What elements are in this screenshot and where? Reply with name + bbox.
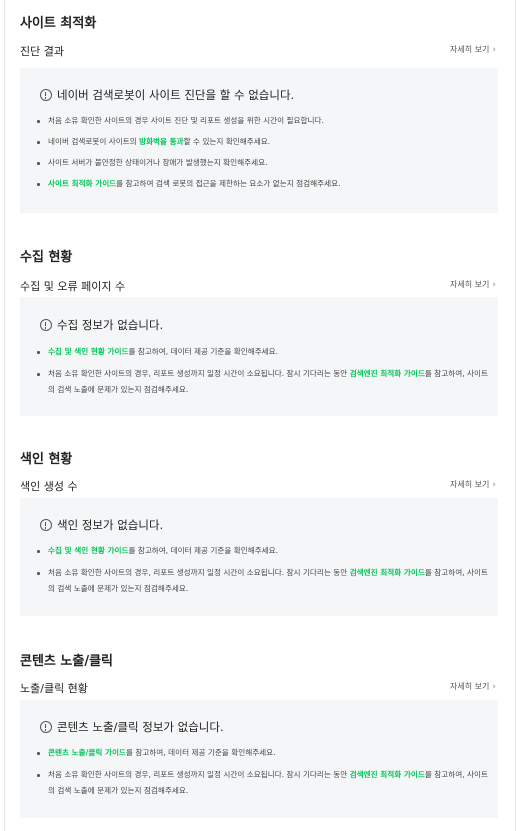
section-title: 색인 현황 [20, 452, 73, 467]
guide-link[interactable]: 검색엔진 최적화 가이드 [350, 568, 425, 577]
chevron-right-icon: › [492, 45, 496, 55]
chevron-right-icon: › [492, 682, 496, 692]
section-title: 사이트 최적화 [20, 16, 97, 31]
bullet-text: 네이버 검색로봇이 사이트의 [48, 137, 140, 146]
message-text: 네이버 검색로봇이 사이트 진단을 할 수 없습니다. [57, 88, 295, 102]
message-box: 네이버 검색로봇이 사이트 진단을 할 수 없습니다. 처음 소유 확인한 사이… [20, 68, 498, 213]
section-subtitle: 진단 결과 [20, 45, 64, 58]
bullet-list: 수집 및 색인 현황 가이드를 참고하여, 데이터 제공 기준을 확인해주세요.… [37, 344, 488, 404]
message-box: 콘텐츠 노출/클릭 정보가 없습니다. 콘텐츠 노출/클릭 가이드를 참고하여,… [20, 700, 498, 818]
message-head: 색인 정보가 없습니다. [40, 517, 163, 533]
bullet-text: 를 참고하여, 데이터 제공 기준을 확인해주세요. [128, 546, 279, 555]
section-site-optimization: 사이트 최적화 진단 결과 자세히 보기 › 네이버 검색로봇이 사이트 진단을 … [20, 16, 498, 216]
bullet-text: 사이트 서버가 불안정한 상태이거나 장애가 발생했는지 확인해주세요. [48, 158, 268, 167]
message-text: 콘텐츠 노출/클릭 정보가 없습니다. [57, 720, 224, 734]
message-box: 수집 정보가 없습니다. 수집 및 색인 현황 가이드를 참고하여, 데이터 제… [20, 297, 498, 416]
bullet-item: 네이버 검색로봇이 사이트의 방화벽을 통과할 수 있는지 확인해주세요. [37, 134, 488, 150]
bullet-list: 처음 소유 확인한 사이트의 경우 사이트 진단 및 리포트 생성을 위한 시간… [37, 113, 488, 197]
bullet-text: 할 수 있는지 확인해주세요. [183, 137, 271, 146]
alert-circle-icon [40, 519, 52, 531]
section-content-exposure: 콘텐츠 노출/클릭 노출/클릭 현황 자세히 보기 › 콘텐츠 노출/클릭 정보가… [20, 654, 498, 824]
guide-link[interactable]: 검색엔진 최적화 가이드 [350, 369, 425, 378]
message-box: 색인 정보가 없습니다. 수집 및 색인 현황 가이드를 참고하여, 데이터 제… [20, 498, 498, 616]
subtitle-row: 수집 및 오류 페이지 수 자세히 보기 › [20, 278, 498, 294]
bullet-text: 처음 소유 확인한 사이트의 경우 사이트 진단 및 리포트 생성을 위한 시간… [48, 116, 324, 125]
subtitle-row: 색인 생성 수 자세히 보기 › [20, 478, 498, 494]
bullet-text: 처음 소유 확인한 사이트의 경우, 리포트 생성까지 일정 시간이 소요됩니다… [48, 369, 350, 378]
guide-link[interactable]: 검색엔진 최적화 가이드 [350, 770, 425, 779]
bullet-item: 처음 소유 확인한 사이트의 경우, 리포트 생성까지 일정 시간이 소요됩니다… [37, 565, 488, 597]
bullet-list: 수집 및 색인 현황 가이드를 참고하여, 데이터 제공 기준을 확인해주세요.… [37, 543, 488, 603]
bullet-item: 처음 소유 확인한 사이트의 경우, 리포트 생성까지 일정 시간이 소요됩니다… [37, 366, 488, 398]
alert-circle-icon [40, 721, 52, 733]
more-link[interactable]: 자세히 보기 › [450, 44, 496, 55]
more-link-label: 자세히 보기 [450, 682, 490, 691]
guide-link[interactable]: 콘텐츠 노출/클릭 가이드 [48, 748, 126, 757]
alert-circle-icon [40, 89, 52, 101]
bullet-item: 사이트 서버가 불안정한 상태이거나 장애가 발생했는지 확인해주세요. [37, 155, 488, 171]
section-subtitle: 색인 생성 수 [20, 480, 78, 493]
bullet-list: 콘텐츠 노출/클릭 가이드를 참고하여, 데이터 제공 기준을 확인해주세요. 처… [37, 745, 488, 805]
bullet-text: 를 참고하여, 데이터 제공 기준을 확인해주세요. [128, 347, 279, 356]
subtitle-row: 노출/클릭 현황 자세히 보기 › [20, 680, 498, 696]
bullet-item: 처음 소유 확인한 사이트의 경우, 리포트 생성까지 일정 시간이 소요됩니다… [37, 767, 488, 799]
guide-link[interactable]: 방화벽을 통과 [139, 137, 184, 146]
bullet-item: 처음 소유 확인한 사이트의 경우 사이트 진단 및 리포트 생성을 위한 시간… [37, 113, 488, 129]
chevron-right-icon: › [492, 280, 496, 290]
section-subtitle: 노출/클릭 현황 [20, 682, 88, 695]
guide-link[interactable]: 사이트 최적화 가이드 [48, 179, 116, 188]
subtitle-row: 진단 결과 자세히 보기 › [20, 43, 498, 59]
more-link[interactable]: 자세히 보기 › [450, 279, 496, 290]
section-subtitle: 수집 및 오류 페이지 수 [20, 280, 126, 293]
bullet-text: 처음 소유 확인한 사이트의 경우, 리포트 생성까지 일정 시간이 소요됩니다… [48, 770, 350, 779]
message-head: 네이버 검색로봇이 사이트 진단을 할 수 없습니다. [40, 87, 294, 103]
message-head: 수집 정보가 없습니다. [40, 317, 163, 333]
section-title: 수집 현황 [20, 250, 73, 265]
bullet-text: 처음 소유 확인한 사이트의 경우, 리포트 생성까지 일정 시간이 소요됩니다… [48, 568, 350, 577]
section-crawl-status: 수집 현황 수집 및 오류 페이지 수 자세히 보기 › 수집 정보가 없습니다.… [20, 250, 498, 420]
section-title: 콘텐츠 노출/클릭 [20, 654, 113, 669]
alert-circle-icon [40, 319, 52, 331]
guide-link[interactable]: 수집 및 색인 현황 가이드 [48, 347, 128, 356]
more-link[interactable]: 자세히 보기 › [450, 681, 496, 692]
message-head: 콘텐츠 노출/클릭 정보가 없습니다. [40, 719, 224, 735]
more-link[interactable]: 자세히 보기 › [450, 479, 496, 490]
section-index-status: 색인 현황 색인 생성 수 자세히 보기 › 색인 정보가 없습니다. 수집 및 … [20, 452, 498, 622]
bullet-text: 를 참고하여 검색 로봇의 접근을 제한하는 요소가 없는지 점검해주세요. [116, 179, 341, 188]
bullet-item: 수집 및 색인 현황 가이드를 참고하여, 데이터 제공 기준을 확인해주세요. [37, 344, 488, 360]
bullet-item: 수집 및 색인 현황 가이드를 참고하여, 데이터 제공 기준을 확인해주세요. [37, 543, 488, 559]
bullet-text: 를 참고하여, 데이터 제공 기준을 확인해주세요. [125, 748, 276, 757]
more-link-label: 자세히 보기 [450, 45, 490, 54]
bullet-item: 콘텐츠 노출/클릭 가이드를 참고하여, 데이터 제공 기준을 확인해주세요. [37, 745, 488, 761]
message-text: 수집 정보가 없습니다. [57, 318, 164, 332]
more-link-label: 자세히 보기 [450, 480, 490, 489]
more-link-label: 자세히 보기 [450, 280, 490, 289]
chevron-right-icon: › [492, 480, 496, 490]
bullet-item: 사이트 최적화 가이드를 참고하여 검색 로봇의 접근을 제한하는 요소가 없는… [37, 176, 488, 192]
message-text: 색인 정보가 없습니다. [57, 518, 164, 532]
guide-link[interactable]: 수집 및 색인 현황 가이드 [48, 546, 128, 555]
